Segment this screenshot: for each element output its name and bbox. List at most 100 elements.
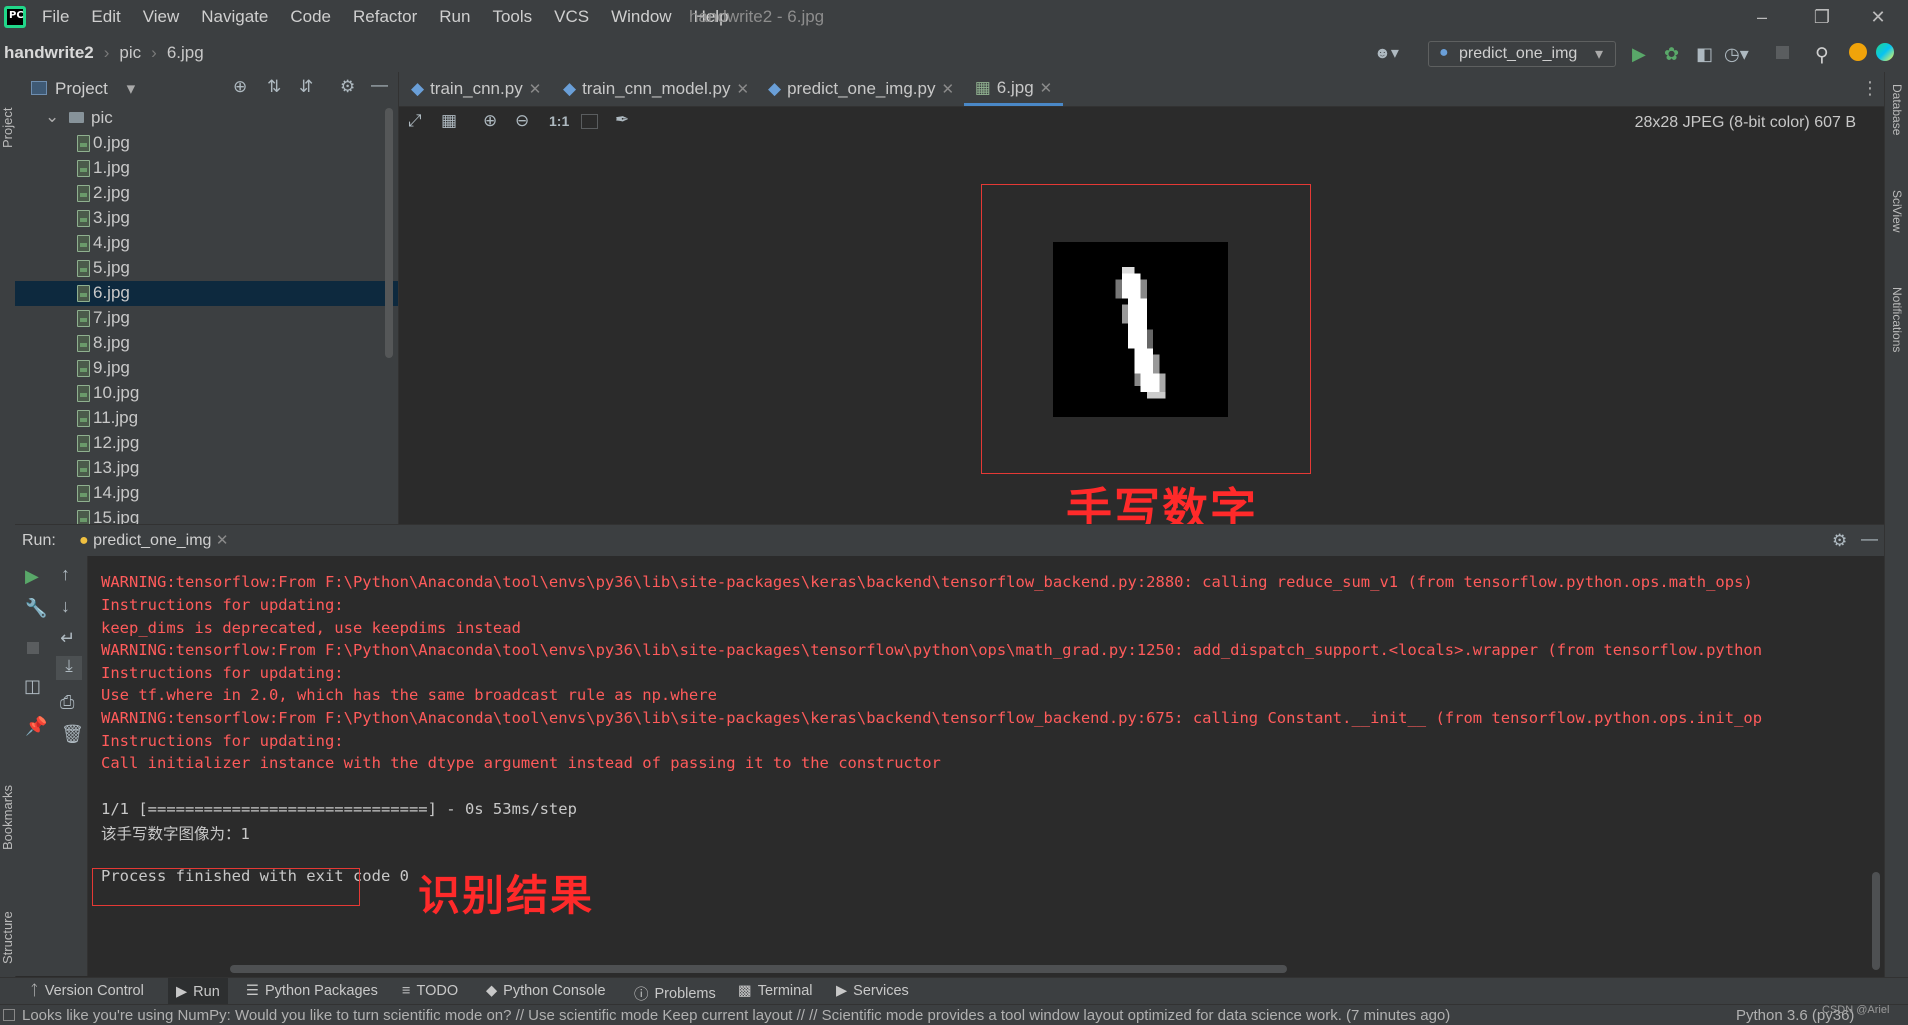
actual-size-button[interactable]: 1:1 [549,113,569,129]
breadcrumb-folder[interactable]: pic [119,43,141,63]
wrench-icon[interactable]: 🔧 [25,598,47,619]
menu-tools[interactable]: Tools [492,7,532,27]
run-icon[interactable]: ▶ [1632,44,1650,64]
layout-icon[interactable]: ◫ [24,676,41,697]
tree-file[interactable]: 3.jpg [15,206,398,231]
tool-run[interactable]: ▶ Run [168,978,228,1005]
run-tab[interactable]: ● predict_one_img ✕ [79,531,228,550]
toggle-tool-windows-icon[interactable] [3,1009,15,1021]
tool-services[interactable]: ▶ Services [836,983,909,999]
tool-python-console[interactable]: ◆ Python Console [486,983,606,999]
tree-file[interactable]: 8.jpg [15,331,398,356]
menu-view[interactable]: View [143,7,180,27]
sciview-tool-tab[interactable]: SciView [1890,190,1904,290]
gear-icon[interactable]: ⚙ [340,77,355,97]
tree-file[interactable]: 12.jpg [15,431,398,456]
run-console-output[interactable]: WARNING:tensorflow:From F:\Python\Anacon… [88,556,1884,976]
hide-panel-icon[interactable]: — [371,75,388,95]
close-icon[interactable]: ✕ [736,80,749,98]
project-panel-title[interactable]: Project ▾ [55,79,135,99]
menu-run[interactable]: Run [439,7,470,27]
jetbrains-toolbox-icon[interactable] [1876,43,1894,61]
tab-train-cnn-model[interactable]: ◆ train_cnn_model.py ✕ [563,72,749,106]
color-picker-icon[interactable]: ✒ [615,110,629,130]
stop-icon[interactable] [27,642,39,654]
notifications-tool-tab[interactable]: Notifications [1890,287,1904,407]
tree-file[interactable]: 2.jpg [15,181,398,206]
soft-wrap-icon[interactable]: ↵ [60,628,75,649]
tab-6-jpg[interactable]: ▦ 6.jpg ✕ [964,72,1063,106]
breadcrumb-file[interactable]: 6.jpg [167,43,204,63]
arrow-up-icon[interactable]: ↑ [61,564,70,585]
tab-train-cnn[interactable]: ◆ train_cnn.py ✕ [411,72,541,106]
update-icon[interactable] [1849,43,1867,61]
menu-navigate[interactable]: Navigate [201,7,268,27]
tree-file[interactable]: 7.jpg [15,306,398,331]
menu-refactor[interactable]: Refactor [353,7,417,27]
stop-icon[interactable] [1776,46,1789,59]
zoom-out-icon[interactable]: ⊖ [515,111,529,131]
grid-icon[interactable]: ▦ [441,111,457,131]
close-icon[interactable]: ✕ [529,80,542,98]
tree-file[interactable]: 14.jpg [15,481,398,506]
tree-file[interactable]: 1.jpg [15,156,398,181]
menu-window[interactable]: Window [611,7,671,27]
tree-folder-pic[interactable]: ⌄ pic [15,106,398,131]
collapse-all-icon[interactable]: ⇵ [299,77,313,97]
tree-file[interactable]: 0.jpg [15,131,398,156]
rerun-icon[interactable]: ▶ [25,566,39,587]
database-tool-tab[interactable]: Database [1890,84,1904,184]
expand-all-icon[interactable]: ⇅ [267,77,281,97]
tool-version-control[interactable]: ᛏ Version Control [30,983,144,999]
menu-vcs[interactable]: VCS [554,7,589,27]
hide-panel-icon[interactable]: — [1861,529,1878,549]
tab-predict-one-img[interactable]: ◆ predict_one_img.py ✕ [768,72,954,106]
print-icon[interactable]: ⎙ [60,692,74,713]
more-tabs-icon[interactable]: ⋮ [1861,78,1879,99]
tool-problems[interactable]: ⓘ Problems [634,983,716,1004]
pycharm-logo-icon[interactable]: PC [4,6,26,28]
tree-scrollbar[interactable] [385,108,393,358]
close-icon[interactable]: ✕ [1040,79,1053,97]
tree-file[interactable]: 9.jpg [15,356,398,381]
close-window-button[interactable]: ✕ [1858,4,1898,30]
tree-file[interactable]: 5.jpg [15,256,398,281]
console-vertical-scrollbar[interactable] [1872,872,1880,970]
debug-icon[interactable]: ✿ [1664,44,1682,64]
trash-icon[interactable]: 🗑 [61,724,84,745]
scroll-to-end-icon[interactable]: ⤓ [56,656,82,680]
structure-tool-tab[interactable]: Structure [0,874,15,964]
tree-file[interactable]: 15.jpg [15,506,398,524]
locate-icon[interactable]: ⊕ [233,77,247,97]
tool-todo[interactable]: ≡ TODO [402,983,458,999]
pin-icon[interactable]: 📌 [25,716,47,737]
tool-terminal[interactable]: ▩ Terminal [738,983,813,999]
profile-icon[interactable]: ◷▾ [1724,44,1749,64]
bookmarks-tool-tab[interactable]: Bookmarks [0,760,15,850]
background-toggle-icon[interactable] [581,114,598,129]
fit-zoom-icon[interactable]: ⤢ [408,111,422,131]
close-icon[interactable]: ✕ [216,532,229,549]
menu-code[interactable]: Code [290,7,331,27]
close-icon[interactable]: ✕ [941,80,954,98]
gear-icon[interactable]: ⚙ [1832,531,1847,551]
zoom-in-icon[interactable]: ⊕ [483,111,497,131]
breadcrumb-project[interactable]: handwrite2 [4,43,94,63]
arrow-down-icon[interactable]: ↓ [61,596,70,617]
search-icon[interactable]: ⚲ [1815,44,1833,66]
menu-file[interactable]: File [42,7,69,27]
status-message[interactable]: Looks like you're using NumPy: Would you… [22,1007,1450,1024]
run-config-dropdown[interactable]: ● predict_one_img ▾ [1428,41,1616,67]
restore-button[interactable]: ❐ [1802,4,1842,30]
project-tool-tab[interactable]: Project [0,78,15,148]
coverage-icon[interactable]: ◧ [1696,44,1714,64]
tree-file[interactable]: 4.jpg [15,231,398,256]
minimize-button[interactable]: – [1742,4,1782,30]
console-horizontal-scrollbar[interactable] [230,965,1287,973]
tree-file[interactable]: 10.jpg [15,381,398,406]
tree-file[interactable]: 13.jpg [15,456,398,481]
menu-edit[interactable]: Edit [91,7,120,27]
tree-file[interactable]: 11.jpg [15,406,398,431]
user-icon[interactable]: ☻▾ [1374,43,1399,63]
tree-file-selected[interactable]: 6.jpg [15,281,398,306]
